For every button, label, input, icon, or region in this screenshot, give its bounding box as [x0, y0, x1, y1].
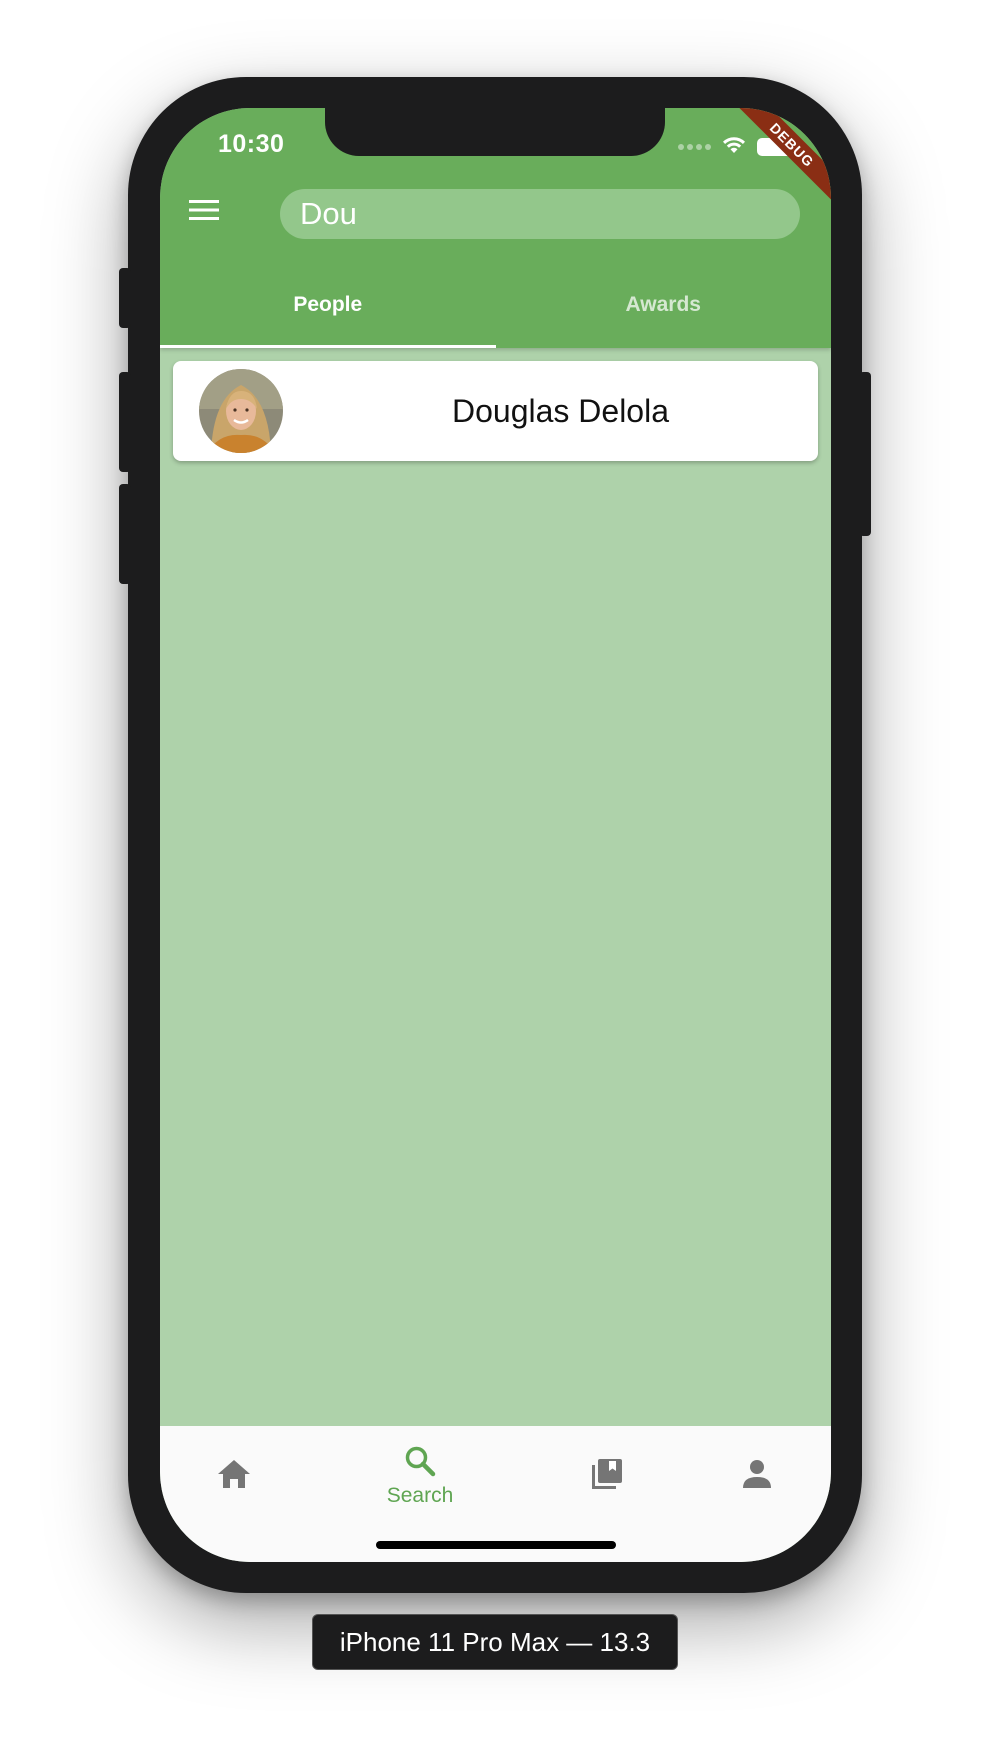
notch	[325, 108, 665, 156]
mute-switch	[119, 268, 131, 328]
nav-search-label: Search	[386, 1483, 454, 1507]
home-icon	[217, 1459, 251, 1494]
search-icon	[404, 1445, 436, 1482]
toolbar	[160, 156, 831, 268]
tab-awards-label: Awards	[625, 293, 701, 316]
tab-awards[interactable]: Awards	[496, 268, 832, 348]
result-card[interactable]: Douglas Delola	[173, 361, 818, 461]
result-name: Douglas Delola	[451, 392, 669, 429]
tab-people-label: People	[293, 293, 363, 316]
tab-indicator	[160, 345, 496, 348]
nav-search[interactable]: Search	[360, 1426, 480, 1526]
nav-home[interactable]	[174, 1426, 294, 1526]
simulator-stage: DEBUG 10:30 Dou People Awards Douglas De…	[0, 0, 990, 1742]
tab-bar: People Awards	[160, 268, 831, 348]
menu-icon	[189, 198, 219, 227]
power-button	[859, 372, 871, 536]
bottom-navigation: Search	[160, 1426, 831, 1562]
home-indicator[interactable]	[376, 1541, 616, 1549]
avatar	[199, 369, 283, 453]
phone-screen: DEBUG 10:30 Dou People Awards Douglas De…	[160, 108, 831, 1562]
tab-people[interactable]: People	[160, 268, 496, 348]
library-books-icon	[589, 1456, 625, 1497]
cellular-signal-icon	[678, 143, 711, 150]
status-time: 10:30	[218, 130, 285, 158]
volume-up-button	[119, 372, 131, 472]
volume-down-button	[119, 484, 131, 584]
menu-button[interactable]	[184, 192, 224, 232]
search-input[interactable]	[300, 196, 800, 232]
nav-profile[interactable]	[697, 1426, 817, 1526]
person-icon	[741, 1458, 773, 1495]
device-caption: iPhone 11 Pro Max — 13.3	[312, 1614, 678, 1670]
search-field[interactable]	[280, 189, 800, 239]
nav-library[interactable]	[547, 1426, 667, 1526]
